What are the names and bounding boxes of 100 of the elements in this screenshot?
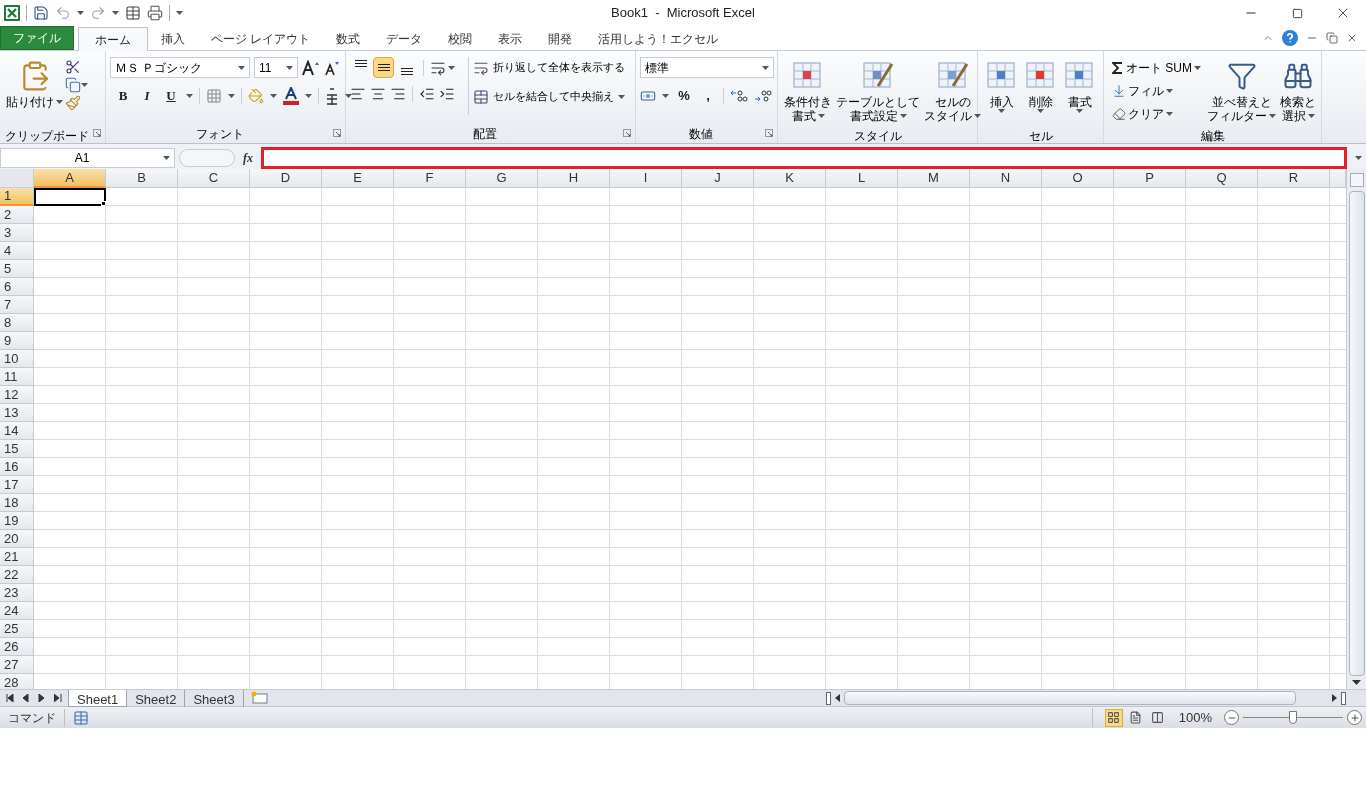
help-icon[interactable] [1282, 30, 1298, 46]
row-header[interactable]: 20 [0, 530, 34, 548]
font-size-field[interactable]: 11 [254, 57, 298, 78]
editing-menu-button[interactable]: 検索と 選択 [1278, 57, 1318, 127]
ribbon-tab[interactable]: 表示 [485, 28, 536, 50]
column-header[interactable]: C [178, 169, 250, 188]
column-header[interactable]: B [106, 169, 178, 188]
formula-input[interactable] [261, 146, 1347, 169]
underline-button[interactable]: U [162, 86, 180, 106]
active-cell[interactable] [34, 188, 106, 206]
file-tab[interactable]: ファイル [0, 26, 74, 50]
zoom-slider-thumb[interactable] [1289, 711, 1297, 724]
shrink-font-icon[interactable] [324, 59, 340, 76]
phonetic-icon[interactable] [325, 87, 339, 105]
paste-button[interactable]: 貼り付け [4, 57, 65, 127]
row-header[interactable]: 11 [0, 368, 34, 386]
column-header[interactable]: P [1114, 169, 1186, 188]
split-handle[interactable] [1341, 691, 1346, 705]
column-header[interactable] [1330, 169, 1346, 188]
zoom-in-button[interactable] [1347, 710, 1362, 725]
row-header[interactable]: 7 [0, 296, 34, 314]
row-header[interactable]: 17 [0, 476, 34, 494]
view-button[interactable] [1104, 708, 1123, 727]
merge-center-button[interactable]: セルを結合して中央揃え [473, 86, 625, 107]
scroll-down-icon[interactable] [1352, 680, 1361, 685]
row-header[interactable]: 8 [0, 314, 34, 332]
dialog-launcher-icon[interactable] [623, 129, 631, 137]
font-color-icon[interactable] [283, 87, 299, 105]
column-header[interactable]: R [1258, 169, 1330, 188]
dialog-launcher-icon[interactable] [93, 129, 101, 137]
ribbon-tab[interactable]: 開発 [535, 28, 586, 50]
bold-button[interactable]: B [114, 86, 132, 106]
insert-function-button[interactable]: fx [239, 148, 257, 167]
column-header[interactable]: N [970, 169, 1042, 188]
dialog-launcher-icon[interactable] [765, 129, 773, 137]
column-header[interactable]: Q [1186, 169, 1258, 188]
name-box[interactable]: A1 [0, 147, 175, 168]
percent-button[interactable]: % [675, 86, 693, 106]
row-header[interactable]: 10 [0, 350, 34, 368]
increase-decimal-icon[interactable] [730, 88, 748, 103]
row-header[interactable]: 14 [0, 422, 34, 440]
sheet-nav-icon[interactable] [54, 694, 62, 702]
style-button[interactable]: 条件付き 書式 [782, 57, 834, 127]
row-header[interactable]: 27 [0, 656, 34, 674]
ribbon-tab[interactable]: ホーム [78, 27, 148, 51]
column-header[interactable]: F [394, 169, 466, 188]
scroll-right-icon[interactable] [1332, 694, 1337, 702]
ribbon-tab[interactable]: 校閲 [435, 28, 486, 50]
editing-button[interactable]: クリア [1108, 103, 1205, 125]
zoom-out-button[interactable] [1224, 710, 1239, 725]
row-header[interactable]: 4 [0, 242, 34, 260]
formula-divider-handle[interactable] [179, 148, 235, 167]
sheet-nav-icon[interactable] [6, 694, 14, 702]
row-header[interactable]: 18 [0, 494, 34, 512]
decrease-decimal-icon[interactable] [754, 88, 772, 103]
zoom-level[interactable]: 100% [1178, 707, 1212, 728]
horizontal-scrollbar[interactable] [844, 691, 1296, 705]
row-header[interactable]: 5 [0, 260, 34, 278]
editing-button[interactable]: フィル [1108, 80, 1205, 102]
row-header[interactable]: 3 [0, 224, 34, 242]
row-header[interactable]: 16 [0, 458, 34, 476]
row-header[interactable]: 13 [0, 404, 34, 422]
zoom-slider[interactable] [1243, 710, 1343, 725]
comma-button[interactable]: , [699, 86, 717, 106]
select-all-corner[interactable] [0, 169, 34, 188]
row-header[interactable]: 6 [0, 278, 34, 296]
row-header[interactable]: 1 [0, 188, 34, 206]
italic-button[interactable]: I [138, 86, 156, 106]
row-header[interactable]: 2 [0, 206, 34, 224]
column-header[interactable]: L [826, 169, 898, 188]
column-header[interactable]: M [898, 169, 970, 188]
row-header[interactable]: 21 [0, 548, 34, 566]
row-header[interactable]: 22 [0, 566, 34, 584]
scroll-left-icon[interactable] [835, 694, 840, 702]
column-header[interactable]: D [250, 169, 322, 188]
wrap-text-button[interactable]: 折り返して全体を表示する [473, 57, 625, 78]
vertical-scrollbar[interactable] [1346, 169, 1366, 689]
row-header[interactable]: 24 [0, 602, 34, 620]
row-header[interactable]: 26 [0, 638, 34, 656]
ribbon-tab[interactable]: 活用しよう！エクセル [585, 28, 732, 50]
dialog-launcher-icon[interactable] [333, 129, 341, 137]
editing-button[interactable]: オート SUM [1108, 57, 1205, 79]
sheet-tab[interactable]: Sheet1 [68, 689, 128, 707]
font-name-field[interactable]: ＭＳ Ｐゴシック [110, 57, 250, 78]
grow-font-icon[interactable] [302, 59, 320, 76]
column-header[interactable]: E [322, 169, 394, 188]
ribbon-tab[interactable]: 挿入 [148, 28, 198, 50]
style-button[interactable]: テーブルとして 書式設定 [834, 57, 922, 127]
ribbon-tab[interactable]: データ [373, 28, 436, 50]
column-header[interactable]: J [682, 169, 754, 188]
number-format-field[interactable]: 標準 [640, 57, 774, 78]
row-header[interactable]: 28 [0, 674, 34, 689]
ribbon-tab[interactable]: ページ レイアウト [198, 28, 324, 50]
vertical-align-button[interactable] [373, 57, 394, 78]
cells-button[interactable]: 書式 [1060, 57, 1099, 127]
column-header[interactable]: H [538, 169, 610, 188]
row-header[interactable]: 25 [0, 620, 34, 638]
editing-menu-button[interactable]: 並べ替えと フィルター [1205, 57, 1278, 127]
column-header[interactable]: G [466, 169, 538, 188]
column-header[interactable]: A [34, 169, 106, 188]
